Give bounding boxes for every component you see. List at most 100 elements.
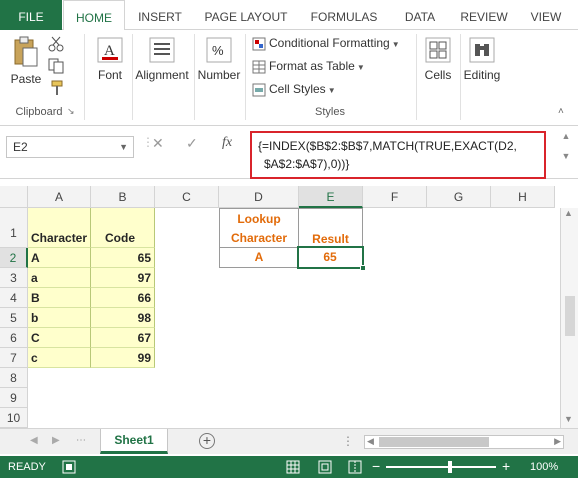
cell-b6[interactable]: 67: [91, 328, 155, 348]
zoom-slider[interactable]: [386, 466, 496, 468]
cell-d2[interactable]: A: [219, 247, 299, 268]
chevron-down-icon[interactable]: ▼: [119, 137, 128, 157]
tab-home[interactable]: HOME: [63, 0, 125, 31]
horizontal-scrollbar[interactable]: ◀ ▶: [364, 435, 564, 449]
cell-b3[interactable]: 97: [91, 268, 155, 288]
normal-view-icon[interactable]: [286, 460, 300, 474]
conditional-formatting-button[interactable]: Conditional Formatting ▼: [252, 36, 400, 51]
cell-a1[interactable]: Character: [28, 208, 91, 248]
tab-split-icon[interactable]: ⋮: [342, 434, 354, 448]
sheet-tab-sheet1[interactable]: Sheet1: [100, 429, 168, 454]
column-header-h[interactable]: H: [491, 186, 555, 208]
formula-input[interactable]: {=INDEX($B$2:$B$7,MATCH(TRUE,EXACT(D2, $…: [250, 131, 546, 179]
cell-a7[interactable]: c: [28, 348, 91, 368]
scroll-thumb[interactable]: [565, 296, 575, 336]
column-header-f[interactable]: F: [363, 186, 427, 208]
formula-bar-expand-icon[interactable]: ▲ ▼: [556, 131, 576, 175]
format-as-table-button[interactable]: Format as Table ▼: [252, 59, 365, 74]
row-header-1[interactable]: 1: [0, 208, 28, 248]
conditional-formatting-icon: [252, 37, 266, 51]
column-header-e[interactable]: E: [299, 186, 363, 208]
cells-button[interactable]: Cells: [418, 36, 458, 82]
cell-e1[interactable]: Result: [298, 208, 363, 248]
row-header-9[interactable]: 9: [0, 388, 28, 408]
tab-insert[interactable]: INSERT: [127, 0, 193, 30]
font-button[interactable]: A Font: [90, 36, 130, 82]
cell-a3[interactable]: a: [28, 268, 91, 288]
scroll-right-icon[interactable]: ▶: [554, 436, 561, 447]
tab-formulas[interactable]: FORMULAS: [302, 0, 386, 30]
cell-a2[interactable]: A: [28, 248, 91, 268]
vertical-scrollbar[interactable]: ▲ ▼: [560, 208, 578, 428]
row-header-3[interactable]: 3: [0, 268, 28, 288]
styles-group-label: Styles: [315, 106, 345, 118]
editing-button[interactable]: Editing: [462, 36, 502, 82]
zoom-out-icon[interactable]: −: [372, 458, 380, 474]
column-header-d[interactable]: D: [219, 186, 299, 208]
enter-icon[interactable]: ✓: [186, 135, 198, 152]
scroll-up-icon[interactable]: ▲: [564, 208, 573, 218]
cell-d1[interactable]: Lookup Character: [219, 208, 299, 248]
page-layout-view-icon[interactable]: [318, 460, 332, 474]
collapse-ribbon-icon[interactable]: ˄: [558, 106, 564, 117]
alignment-button[interactable]: Alignment: [134, 36, 190, 82]
row-header-6[interactable]: 6: [0, 328, 28, 348]
group-divider: [84, 34, 85, 120]
column-header-c[interactable]: C: [155, 186, 219, 208]
cancel-icon[interactable]: ✕: [152, 135, 164, 152]
cut-icon[interactable]: [48, 36, 64, 52]
group-divider: [132, 34, 133, 120]
group-divider: [460, 34, 461, 120]
number-button[interactable]: % Number: [196, 36, 242, 82]
fill-handle[interactable]: [360, 265, 366, 271]
cell-b1[interactable]: Code: [91, 208, 155, 248]
more-sheets-icon[interactable]: ⋯: [76, 435, 86, 446]
cell-a5[interactable]: b: [28, 308, 91, 328]
row-header-8[interactable]: 8: [0, 368, 28, 388]
insert-function-icon[interactable]: fx: [222, 135, 232, 151]
scroll-left-icon[interactable]: ◀: [367, 436, 374, 447]
macro-record-icon[interactable]: [62, 460, 76, 474]
copy-icon[interactable]: [48, 58, 66, 74]
column-header-a[interactable]: A: [28, 186, 91, 208]
cell-b5[interactable]: 98: [91, 308, 155, 328]
select-all-corner[interactable]: [0, 186, 28, 208]
tab-page-layout[interactable]: PAGE LAYOUT: [196, 0, 296, 30]
add-sheet-icon[interactable]: +: [199, 433, 215, 449]
cell-b7[interactable]: 99: [91, 348, 155, 368]
next-sheet-icon[interactable]: ▶: [52, 435, 60, 446]
zoom-level[interactable]: 100%: [530, 461, 558, 473]
row-header-10[interactable]: 10: [0, 408, 28, 428]
zoom-slider-knob[interactable]: [448, 461, 452, 473]
cell-styles-button[interactable]: Cell Styles ▼: [252, 82, 336, 97]
clipboard-launcher-icon[interactable]: ↘: [67, 106, 75, 117]
column-header-g[interactable]: G: [427, 186, 491, 208]
paste-button[interactable]: Paste: [8, 36, 44, 86]
cell-b4[interactable]: 66: [91, 288, 155, 308]
column-header-b[interactable]: B: [91, 186, 155, 208]
page-break-view-icon[interactable]: [348, 460, 362, 474]
font-label: Font: [97, 68, 122, 82]
tab-view[interactable]: VIEW: [520, 0, 572, 30]
prev-sheet-icon[interactable]: ◀: [30, 435, 38, 446]
format-painter-icon[interactable]: [48, 80, 66, 96]
status-bar: READY − + 100%: [0, 456, 578, 478]
horizontal-scroll-thumb[interactable]: [379, 437, 489, 447]
cell-a6[interactable]: C: [28, 328, 91, 348]
zoom-in-icon[interactable]: +: [502, 458, 510, 474]
cell-a4[interactable]: B: [28, 288, 91, 308]
cells-label: Cells: [424, 68, 452, 82]
cell-b2[interactable]: 65: [91, 248, 155, 268]
row-header-4[interactable]: 4: [0, 288, 28, 308]
row-header-2[interactable]: 2: [0, 248, 28, 268]
tab-review[interactable]: REVIEW: [452, 0, 516, 30]
tab-data[interactable]: DATA: [392, 0, 448, 30]
name-box[interactable]: E2 ▼: [6, 136, 134, 158]
row-header-5[interactable]: 5: [0, 308, 28, 328]
row-header-7[interactable]: 7: [0, 348, 28, 368]
paste-icon: [14, 36, 38, 67]
binoculars-icon: [469, 37, 495, 63]
tab-file[interactable]: FILE: [0, 0, 62, 30]
scroll-down-icon[interactable]: ▼: [564, 414, 573, 424]
editing-label: Editing: [463, 68, 501, 82]
